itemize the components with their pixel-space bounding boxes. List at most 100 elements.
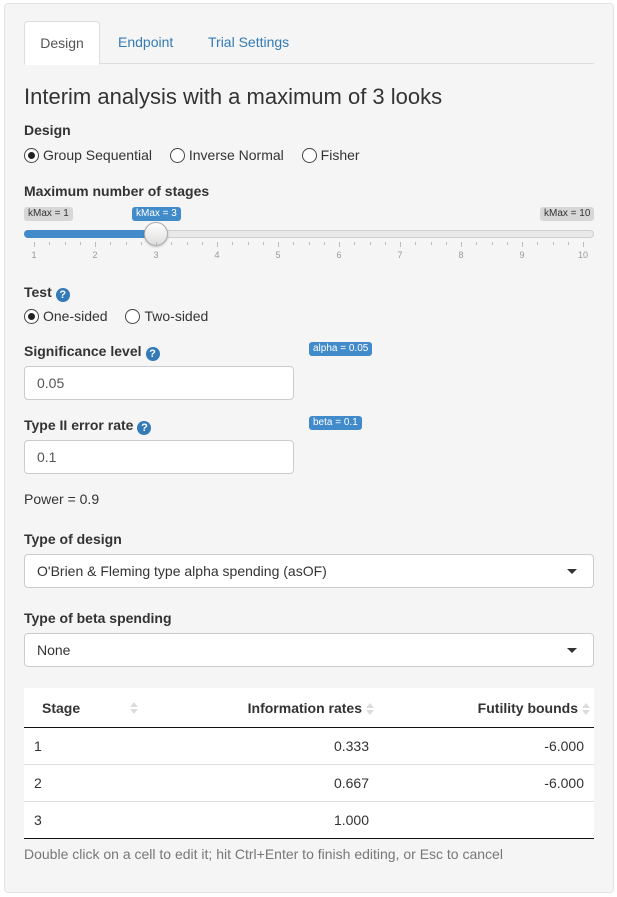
slider-min-badge: kMax = 1 [24,207,73,221]
tab-bar: Design Endpoint Trial Settings [24,21,594,65]
slider-tick-label: 6 [336,250,342,260]
slider-tick [323,242,325,245]
type2-label: Type II error rate? [24,417,152,435]
beta-spending-select[interactable]: None [24,633,594,667]
stages-slider-fill [24,230,156,238]
header-label: Futility bounds [477,700,578,716]
significance-input[interactable]: 0.05 [24,366,294,400]
test-option-one-sided[interactable]: One-sided [24,308,108,324]
table-help-note: Double click on a cell to edit it; hit C… [24,846,503,862]
significance-label: Significance level? [24,343,160,361]
slider-tick [171,242,173,245]
stages-table: Stage Information rates Futility bounds … [24,688,594,839]
design-option-fisher[interactable]: Fisher [301,147,360,163]
alpha-badge: alpha = 0.05 [309,342,373,356]
cell-stage[interactable]: 3 [34,802,42,839]
slider-tick [49,242,51,245]
test-label: Test? [24,284,70,302]
cell-futility-bound[interactable]: -6.000 [544,728,584,765]
slider-tick-label: 7 [397,250,403,260]
type2-input[interactable]: 0.1 [24,440,294,474]
radio-selected-icon [24,147,39,163]
slider-tick [247,242,249,245]
slider-tick [537,242,539,245]
design-label: Design [24,122,71,138]
slider-tick [34,242,35,247]
slider-tick [400,242,401,247]
caret-down-icon [567,569,577,574]
slider-tick [140,242,142,245]
test-option-two-sided[interactable]: Two-sided [125,308,208,324]
slider-tick-label: 4 [214,250,220,260]
cell-information-rate[interactable]: 1.000 [334,802,369,839]
design-option-inverse-normal[interactable]: Inverse Normal [169,147,284,163]
stages-label: Maximum number of stages [24,183,210,199]
table-row: 1 0.333 -6.000 [24,728,594,765]
tab-design[interactable]: Design [24,21,100,65]
slider-tick [369,242,371,245]
cell-futility-bound[interactable]: -6.000 [544,765,584,802]
header-futility-bounds[interactable]: Futility bounds [478,688,590,728]
cell-information-rate[interactable]: 0.667 [334,765,369,802]
slider-tick [262,242,264,245]
slider-tick [445,242,447,245]
tab-trial-settings[interactable]: Trial Settings [208,21,289,64]
slider-tick [491,242,493,245]
slider-tick-label: 2 [92,250,98,260]
header-label: Stage [42,700,81,716]
header-label: Information rates [247,700,362,716]
test-label-text: Test [24,284,52,300]
select-value: None [37,642,71,658]
help-icon[interactable]: ? [145,347,160,361]
page-title: Interim analysis with a maximum of 3 loo… [24,84,443,109]
slider-tick-label: 10 [577,250,588,260]
slider-tick [430,242,432,245]
slider-tick [384,242,386,245]
significance-label-text: Significance level [24,343,142,359]
slider-tick [583,242,584,247]
slider-tick [217,242,218,247]
slider-tick [461,242,462,247]
slider-tick [552,242,554,245]
header-information-rates[interactable]: Information rates [248,688,374,728]
radio-label: Fisher [320,147,360,163]
sort-icon [130,702,138,714]
slider-value-badge: kMax = 3 [132,207,181,221]
slider-tick [64,242,66,245]
caret-down-icon [567,648,577,653]
help-icon[interactable]: ? [55,288,70,302]
select-value: O'Brien & Fleming type alpha spending (a… [37,563,327,579]
slider-tick [354,242,356,245]
design-option-group-sequential[interactable]: Group Sequential [24,147,152,163]
cell-stage[interactable]: 1 [34,728,42,765]
design-type-label: Type of design [24,531,122,547]
slider-tick [567,242,569,245]
beta-spending-label: Type of beta spending [24,610,172,626]
radio-label: One-sided [43,308,108,324]
slider-tick [506,242,508,245]
cell-information-rate[interactable]: 0.333 [334,728,369,765]
slider-tick [125,242,127,245]
slider-tick [201,242,203,245]
radio-label: Group Sequential [43,147,152,163]
slider-tick [476,242,478,245]
radio-icon [169,147,185,163]
design-type-select[interactable]: O'Brien & Fleming type alpha spending (a… [24,554,594,588]
table-row: 3 1.000 [24,802,594,839]
slider-tick [156,242,157,247]
slider-tick [339,242,340,247]
tab-endpoint[interactable]: Endpoint [118,21,173,64]
cell-stage[interactable]: 2 [34,765,42,802]
slider-tick-label: 9 [519,250,525,260]
slider-tick-label: 8 [458,250,464,260]
table-header: Stage Information rates Futility bounds [24,688,594,728]
slider-tick [232,242,234,245]
slider-tick-label: 1 [31,250,37,260]
power-text: Power = 0.9 [24,491,100,507]
design-radio-group: Group Sequential Inverse Normal Fisher [24,147,374,167]
radio-label: Inverse Normal [188,147,284,163]
help-icon[interactable]: ? [137,421,152,435]
slider-tick [415,242,417,245]
radio-label: Two-sided [144,308,209,324]
header-stage[interactable]: Stage [42,688,138,728]
